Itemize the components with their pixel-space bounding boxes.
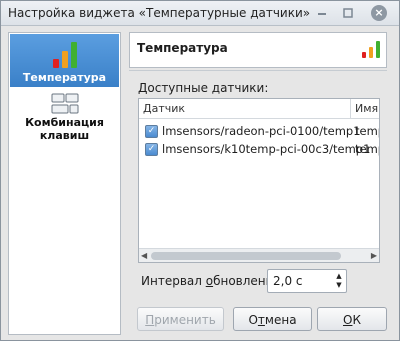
sidebar: Температура Комбинация клавиш <box>8 32 121 335</box>
sidebar-item-temperature[interactable]: Температура <box>10 34 119 87</box>
checkmark-icon: ✓ <box>147 126 156 136</box>
ok-button[interactable]: ОК <box>317 307 387 331</box>
close-icon: × <box>371 5 387 21</box>
divider <box>129 70 387 71</box>
scrollbar-thumb[interactable] <box>151 252 341 260</box>
scroll-right-icon[interactable]: ▶ <box>371 251 377 260</box>
chevron-up-icon[interactable]: ▲ <box>334 272 344 281</box>
update-interval-spinbox[interactable]: 2,0 с ▲ ▼ <box>267 269 347 293</box>
interval-value[interactable]: 2,0 с <box>273 274 303 288</box>
sensor-path: lmsensors/k10temp-pci-00c3/temp1 <box>162 142 371 156</box>
column-header-sensor[interactable]: Датчик <box>139 99 351 119</box>
maximize-icon <box>343 8 353 18</box>
table-row[interactable]: ✓ lmsensors/k10temp-pci-00c3/temp1 temp <box>139 140 379 158</box>
settings-dialog: Настройка виджета «Температурные датчики… <box>0 0 400 341</box>
label-text: Интервал <box>141 274 206 288</box>
sensors-table[interactable]: Датчик Имя ✓ lmsensors/radeon-pci-0100/t… <box>138 98 380 263</box>
accelerator-char: о <box>205 274 214 288</box>
available-sensors-label: Доступные датчики: <box>138 81 268 95</box>
horizontal-scrollbar[interactable]: ◀ ▶ <box>139 248 379 262</box>
signal-bars-icon <box>362 41 380 58</box>
sidebar-item-shortcuts[interactable]: Комбинация клавиш <box>10 91 119 151</box>
button-label: мена <box>264 313 297 327</box>
button-label: К <box>352 313 361 327</box>
keyboard-keys-icon <box>51 93 78 114</box>
page-header: Температура <box>129 32 387 68</box>
chevron-down-icon[interactable]: ▼ <box>334 281 344 290</box>
window-title: Настройка виджета «Температурные датчики… <box>8 6 311 20</box>
button-label: рименить <box>154 313 216 327</box>
minimize-button[interactable] <box>313 4 331 22</box>
sensor-name[interactable]: temp <box>355 124 379 138</box>
close-button[interactable]: × <box>367 4 391 22</box>
title-bar[interactable]: Настройка виджета «Температурные датчики… <box>1 1 399 26</box>
table-row[interactable]: ✓ lmsensors/radeon-pci-0100/temp1 temp <box>139 122 379 140</box>
button-label: О <box>248 313 258 327</box>
sensor-path: lmsensors/radeon-pci-0100/temp1 <box>162 124 361 138</box>
scroll-left-icon[interactable]: ◀ <box>141 251 147 260</box>
update-interval-label: Интервал обновления: <box>141 274 285 288</box>
minimize-icon <box>318 13 326 15</box>
column-header-name[interactable]: Имя <box>351 99 379 119</box>
checkmark-icon: ✓ <box>147 144 156 154</box>
spin-buttons: ▲ ▼ <box>334 272 344 290</box>
accelerator-char: П <box>145 313 155 327</box>
sensor-checkbox[interactable]: ✓ <box>145 143 158 156</box>
accelerator-char: Д <box>138 81 148 95</box>
cancel-button[interactable]: Отмена <box>233 307 312 331</box>
maximize-button[interactable] <box>339 4 357 22</box>
sensor-name[interactable]: temp <box>355 142 379 156</box>
page-title: Температура <box>137 41 228 55</box>
sidebar-item-label: Температура <box>22 71 107 84</box>
sensor-checkbox[interactable]: ✓ <box>145 125 158 138</box>
signal-bars-icon <box>52 42 77 68</box>
apply-button[interactable]: Применить <box>137 307 224 331</box>
accelerator-char: т <box>257 313 265 327</box>
sidebar-item-label: Комбинация клавиш <box>25 116 104 142</box>
label-text: оступные датчики: <box>147 81 269 95</box>
